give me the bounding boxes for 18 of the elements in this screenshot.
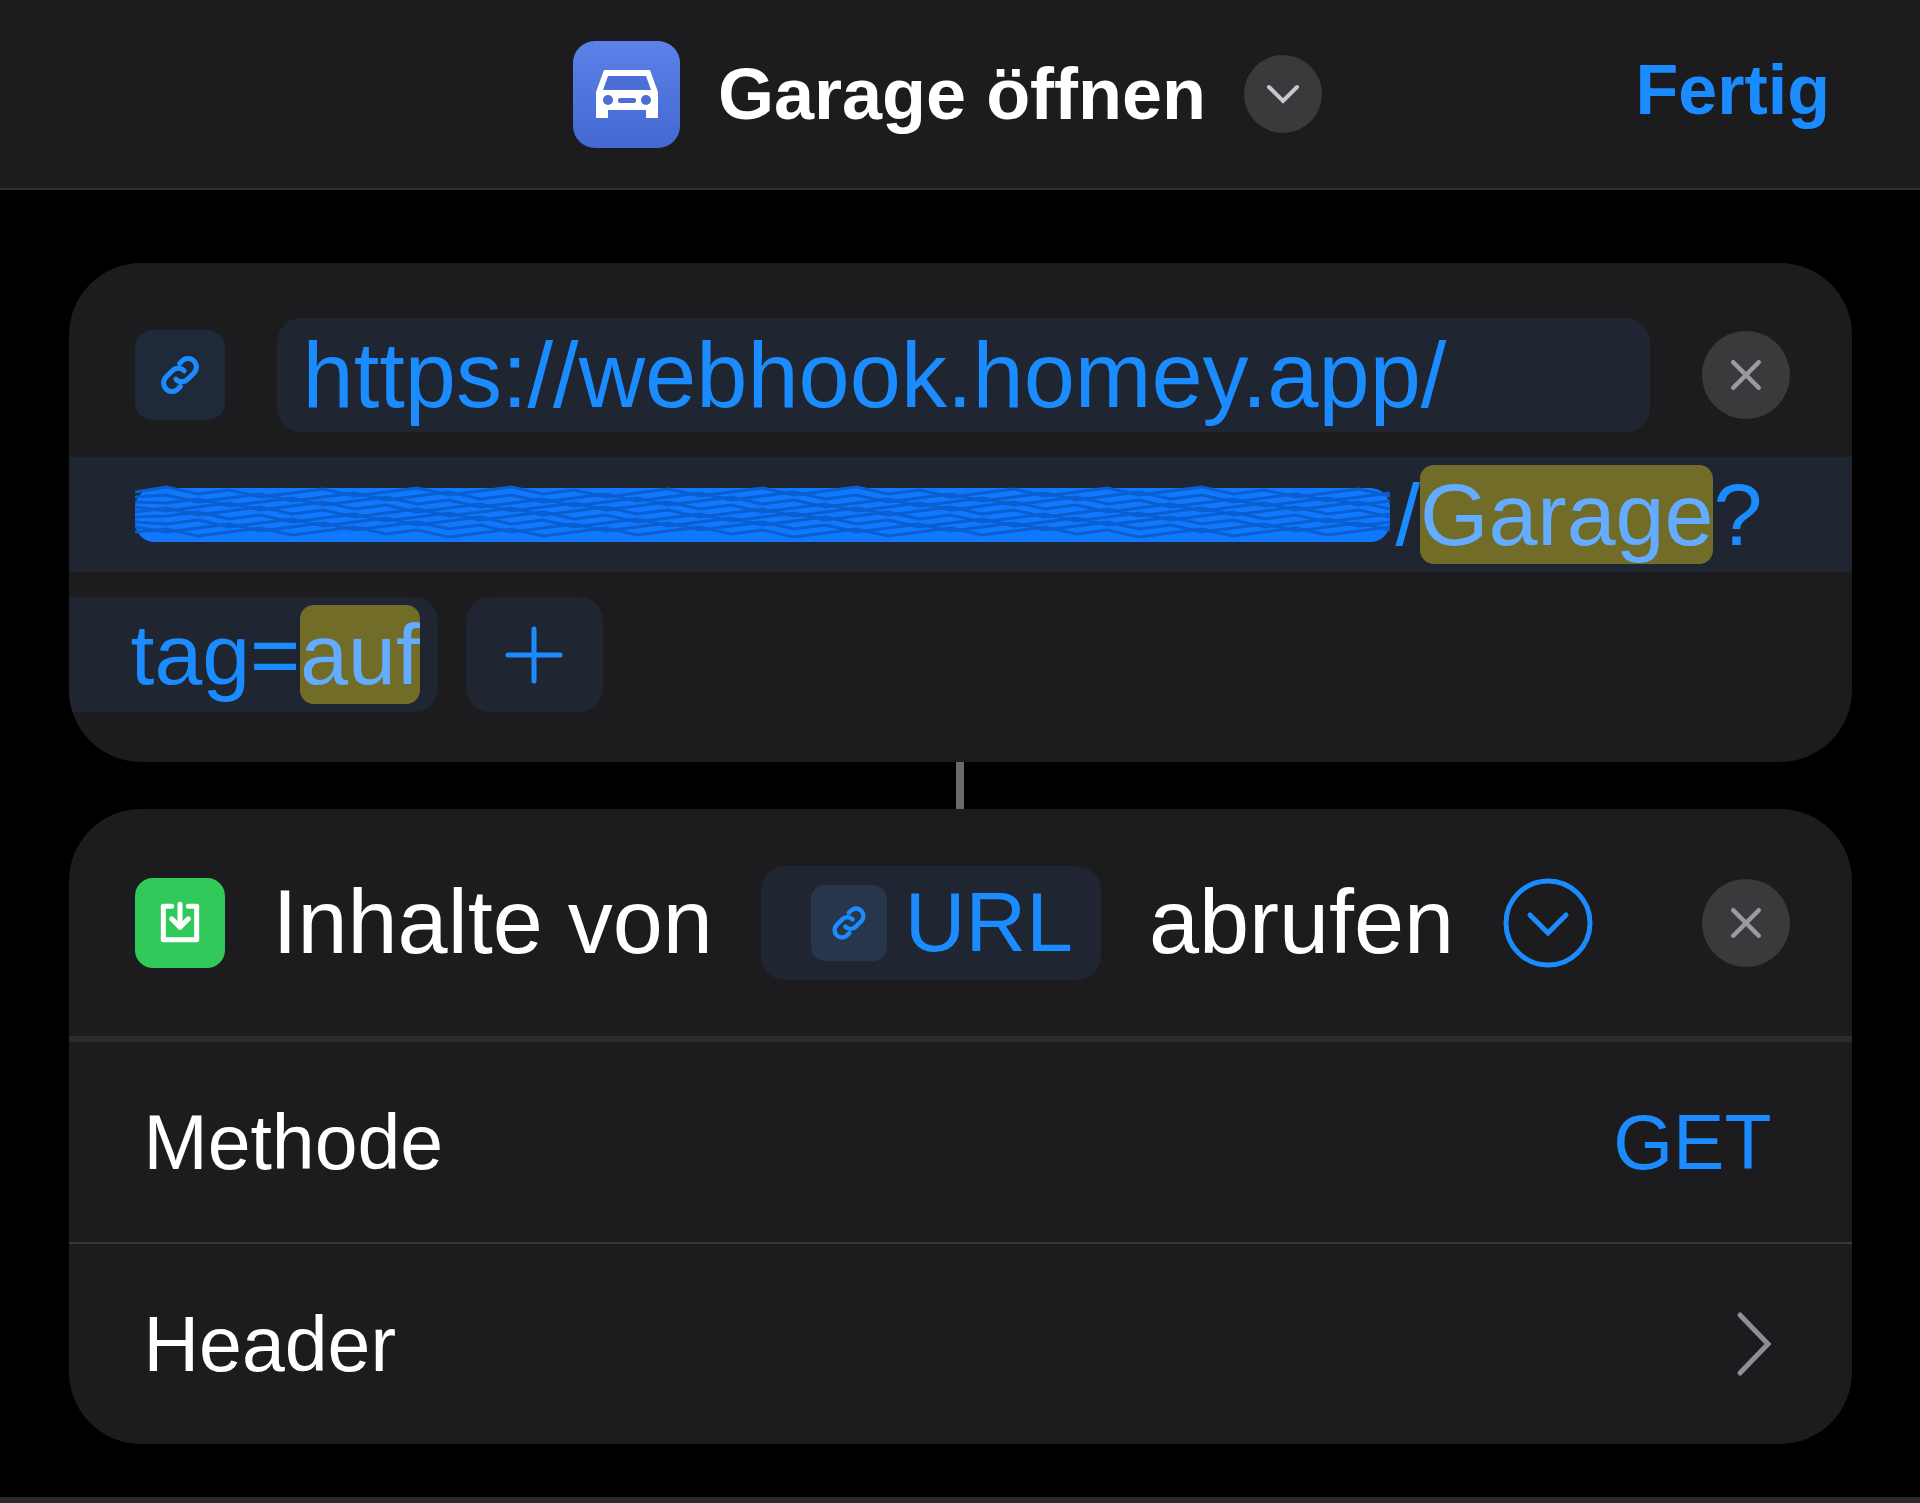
shortcut-title: Garage öffnen: [718, 53, 1207, 135]
chevron-right-icon[interactable]: [1735, 1311, 1772, 1377]
chevron-down-icon: [1266, 84, 1301, 104]
action-text: Inhalte von: [272, 871, 713, 974]
action-text: abrufen: [1148, 871, 1455, 974]
url-field[interactable]: https://webhook.homey.app/: [276, 318, 1650, 432]
add-button[interactable]: [465, 597, 603, 712]
option-label: Methode: [143, 1097, 444, 1187]
url-variable-token[interactable]: URL: [760, 865, 1101, 980]
done-button[interactable]: Fertig: [1635, 50, 1830, 130]
close-icon: [1728, 905, 1763, 940]
close-icon: [1728, 358, 1763, 392]
app-icon[interactable]: [573, 40, 680, 148]
option-value[interactable]: GET: [1613, 1097, 1772, 1187]
expand-chevron-icon[interactable]: [1502, 876, 1595, 969]
url-query-text[interactable]: tag=auf: [68, 597, 438, 712]
plus-icon: [504, 624, 565, 685]
option-label: Header: [143, 1299, 397, 1389]
